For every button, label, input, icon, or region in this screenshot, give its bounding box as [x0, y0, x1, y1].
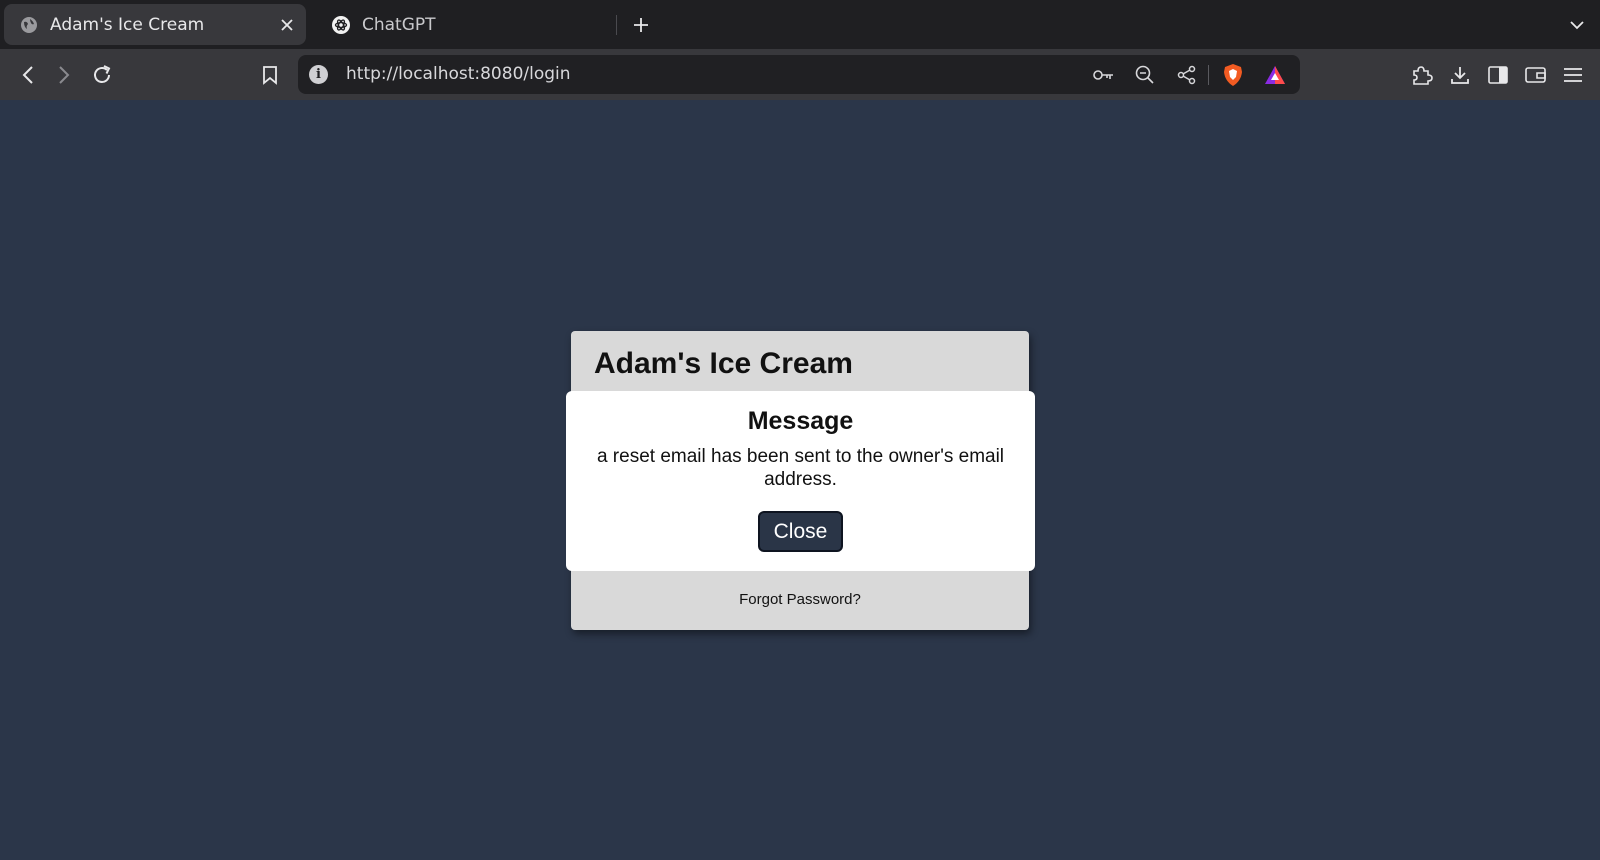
address-bar[interactable]: i http://localhost:8080/login	[298, 55, 1300, 94]
modal-close-button[interactable]: Close	[758, 511, 843, 552]
hamburger-menu-icon	[1564, 68, 1582, 82]
forward-arrow-icon	[59, 66, 70, 84]
modal-title: Message	[747, 407, 854, 435]
sidebar-toggle-button[interactable]	[1484, 61, 1512, 89]
tab-title: ChatGPT	[362, 14, 436, 35]
browser-tab-strip: Adam's Ice Cream ChatGPT	[0, 0, 1600, 49]
forward-button[interactable]	[50, 61, 78, 89]
openai-icon	[332, 15, 350, 34]
reload-icon	[94, 65, 111, 83]
back-button[interactable]	[14, 61, 42, 89]
wallet-button[interactable]	[1522, 61, 1550, 89]
tab-list-button[interactable]	[1564, 12, 1590, 38]
plus-icon	[634, 18, 648, 32]
puzzle-icon	[1413, 66, 1433, 85]
new-tab-button[interactable]	[628, 12, 654, 38]
back-arrow-icon	[22, 66, 33, 84]
site-info-icon[interactable]: i	[309, 65, 328, 84]
zoom-out-icon[interactable]	[1132, 62, 1158, 88]
key-icon[interactable]	[1091, 62, 1117, 88]
globe-icon	[20, 16, 38, 34]
download-icon	[1451, 67, 1469, 84]
sidebar-icon	[1488, 66, 1508, 84]
tab-title: Adam's Ice Cream	[50, 14, 205, 35]
downloads-button[interactable]	[1446, 61, 1474, 89]
modal-message: a reset email has been sent to the owner…	[596, 446, 1005, 490]
tab-chatgpt[interactable]: ChatGPT	[316, 4, 616, 45]
brand-title: Adam's Ice Cream	[594, 347, 853, 380]
reload-button[interactable]	[88, 61, 116, 89]
chevron-down-icon	[1570, 20, 1584, 29]
menu-button[interactable]	[1559, 61, 1587, 89]
extensions-button[interactable]	[1408, 61, 1436, 89]
tab-separator	[616, 15, 617, 35]
brave-rewards-icon[interactable]	[1262, 62, 1288, 88]
message-modal: Message a reset email has been sent to t…	[566, 391, 1035, 571]
address-bar-separator	[1208, 65, 1209, 85]
brave-shields-icon[interactable]	[1220, 62, 1246, 88]
bookmark-button[interactable]	[256, 61, 284, 89]
bookmark-icon	[263, 66, 277, 85]
url-text[interactable]: http://localhost:8080/login	[346, 64, 571, 84]
tab-adams-ice-cream[interactable]: Adam's Ice Cream	[4, 4, 306, 45]
wallet-icon	[1525, 67, 1546, 83]
close-tab-icon[interactable]	[274, 12, 300, 38]
share-icon[interactable]	[1174, 62, 1200, 88]
forgot-password-link[interactable]: Forgot Password?	[571, 591, 1029, 608]
browser-toolbar: i http://localhost:8080/login	[0, 49, 1600, 100]
